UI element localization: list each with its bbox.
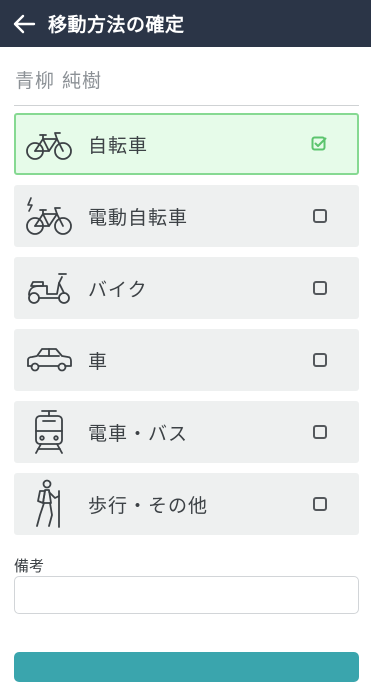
option-bicycle[interactable]: 自転車	[14, 113, 359, 175]
hiker-icon	[20, 475, 78, 533]
checkbox-icon[interactable]	[313, 497, 327, 511]
bicycle-icon	[20, 115, 78, 173]
train-icon	[20, 403, 78, 461]
arrow-left-icon	[12, 14, 36, 34]
scooter-icon	[20, 259, 78, 317]
option-car[interactable]: 車	[14, 329, 359, 391]
notes-input[interactable]	[14, 576, 359, 614]
submit-button[interactable]	[14, 652, 359, 682]
divider	[14, 105, 359, 106]
checkbox-icon[interactable]	[313, 281, 327, 295]
car-icon	[20, 331, 78, 389]
option-walk-other[interactable]: 歩行・その他	[14, 473, 359, 535]
back-button[interactable]	[0, 0, 48, 47]
electric-bicycle-icon	[20, 187, 78, 245]
checkbox-icon[interactable]	[313, 425, 327, 439]
checkbox-icon[interactable]	[313, 209, 327, 223]
option-train-bus[interactable]: 電車・バス	[14, 401, 359, 463]
option-label: 歩行・その他	[88, 494, 209, 517]
user-name: 青柳 純樹	[15, 70, 103, 92]
option-label: 自転車	[88, 134, 149, 157]
checkbox-icon[interactable]	[313, 353, 327, 367]
transport-option-list: 自転車 電動自転車 バイク 車 電車・バス 歩行・その他	[14, 113, 359, 545]
app-header: 移動方法の確定	[0, 0, 371, 47]
option-label: バイク	[88, 278, 148, 301]
page-title: 移動方法の確定	[48, 14, 185, 36]
option-label: 電車・バス	[88, 422, 189, 445]
option-scooter[interactable]: バイク	[14, 257, 359, 319]
option-electric-bicycle[interactable]: 電動自転車	[14, 185, 359, 247]
option-label: 電動自転車	[88, 206, 189, 229]
checkbox-checked-icon[interactable]	[311, 136, 327, 152]
notes-label: 備考	[14, 557, 45, 575]
option-label: 車	[88, 350, 109, 373]
